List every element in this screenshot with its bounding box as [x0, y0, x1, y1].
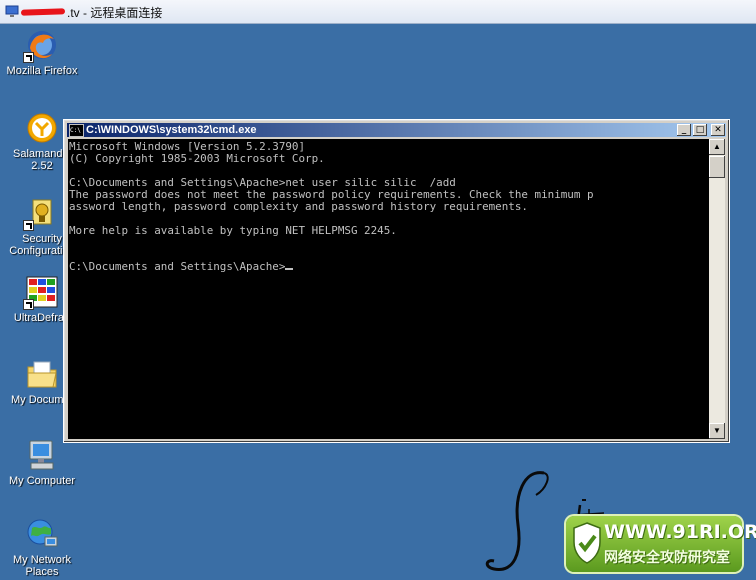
desktop-icon-my-network-places[interactable]: My Network Places: [2, 517, 82, 578]
salamander-icon: [27, 113, 57, 143]
text-cursor: [285, 268, 294, 270]
remote-desktop-icon: [5, 5, 19, 17]
cmd-icon: C:\: [69, 124, 84, 137]
watermark-subtitle: 网络安全攻防研究室: [604, 549, 730, 565]
vertical-scrollbar[interactable]: ▲ ▼: [709, 139, 725, 439]
shortcut-arrow-icon: [23, 299, 34, 310]
scroll-thumb[interactable]: [709, 156, 725, 178]
scroll-down-arrow-icon[interactable]: ▼: [709, 423, 725, 439]
console-output[interactable]: Microsoft Windows [Version 5.2.3790] (C)…: [68, 139, 709, 439]
cmd-window[interactable]: C:\ C:\WINDOWS\system32\cmd.exe _ □ ✕ Mi…: [63, 119, 730, 443]
window-title: .tv - 远程桌面连接: [67, 6, 163, 20]
my-documents-icon: [27, 361, 57, 388]
my-computer-icon: [29, 440, 54, 470]
my-network-places-icon: [27, 519, 58, 547]
shield-icon: [573, 522, 601, 564]
redacted-hostname: [20, 8, 66, 16]
console-text: Microsoft Windows [Version 5.2.3790] (C)…: [69, 140, 594, 273]
icon-label: My Computer: [8, 475, 76, 487]
maximize-button[interactable]: □: [693, 124, 707, 136]
icon-label: Mozilla Firefox: [6, 65, 78, 77]
scroll-up-arrow-icon[interactable]: ▲: [709, 139, 725, 155]
watermark-badge: WWW.91RI.ORG 网络安全攻防研究室: [566, 516, 756, 572]
remote-desktop-title-bar[interactable]: .tv - 远程桌面连接: [0, 0, 756, 24]
minimize-button[interactable]: _: [677, 124, 691, 136]
icon-label: My Network Places: [12, 554, 72, 578]
close-button[interactable]: ✕: [711, 124, 725, 136]
cmd-title-bar[interactable]: C:\ C:\WINDOWS\system32\cmd.exe _ □ ✕: [67, 123, 726, 137]
desktop-icon-my-computer[interactable]: My Computer: [2, 438, 82, 487]
watermark-url: WWW.91RI.ORG: [604, 521, 756, 543]
shortcut-arrow-icon: [23, 220, 34, 231]
desktop-icon-firefox[interactable]: Mozilla Firefox: [2, 28, 82, 77]
cmd-window-title: C:\WINDOWS\system32\cmd.exe: [86, 124, 257, 136]
shortcut-arrow-icon: [23, 52, 34, 63]
